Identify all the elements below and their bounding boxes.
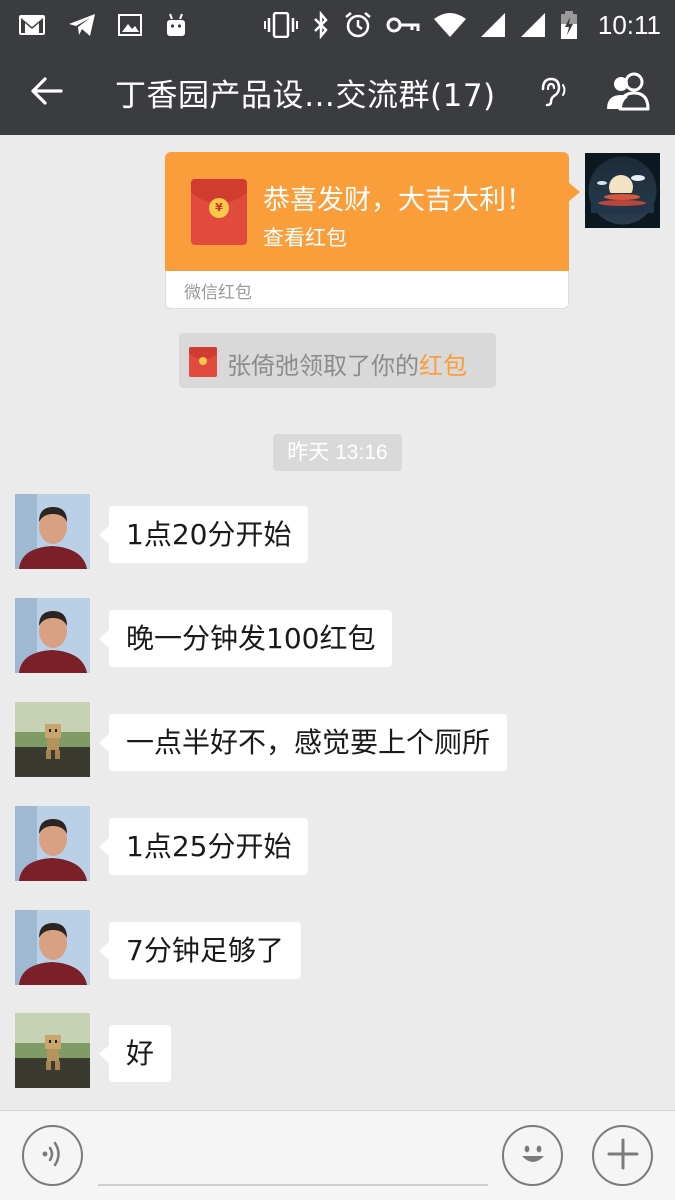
- avatar-toy[interactable]: [15, 1013, 90, 1088]
- vibrate-icon: [263, 12, 298, 38]
- group-members-button[interactable]: [600, 68, 660, 118]
- key-icon: [386, 15, 420, 35]
- message-bubble[interactable]: 晚一分钟发100红包: [98, 610, 393, 667]
- notice-red-packet-link[interactable]: 红包: [419, 352, 467, 380]
- avatar-man[interactable]: [15, 598, 90, 673]
- bluetooth-icon: [312, 11, 330, 39]
- system-notice: 张倚弛领取了你的红包: [179, 333, 496, 388]
- wifi-icon: [433, 12, 466, 38]
- avatar-man[interactable]: [15, 910, 90, 985]
- battery-charging-icon: [560, 10, 578, 40]
- earpiece-button[interactable]: [530, 70, 576, 116]
- message-bubble[interactable]: 好: [98, 1025, 172, 1082]
- red-packet-action: 查看红包: [263, 226, 347, 250]
- avatar-man[interactable]: [15, 806, 90, 881]
- message-bubble[interactable]: 7分钟足够了: [99, 922, 301, 979]
- plus-icon: [605, 1136, 641, 1176]
- red-packet-greeting: 恭喜发财，大吉大利！: [263, 185, 533, 216]
- my-avatar[interactable]: [585, 153, 660, 228]
- avatar-toy[interactable]: [15, 702, 90, 777]
- earpiece-icon: [538, 75, 568, 111]
- red-envelope-icon: ¥: [191, 179, 247, 245]
- input-bar: [0, 1110, 675, 1200]
- voice-button[interactable]: [22, 1125, 83, 1186]
- back-arrow-icon: [29, 76, 63, 110]
- signal-icon: [480, 12, 506, 38]
- gmail-icon: [18, 14, 46, 36]
- clock: 10:11: [597, 9, 661, 40]
- alarm-icon: [344, 11, 372, 39]
- back-button[interactable]: [18, 68, 74, 118]
- emoji-icon: [513, 1134, 553, 1178]
- red-packet-footer: 微信红包: [184, 283, 252, 303]
- telegram-icon: [68, 13, 96, 37]
- avatar-man[interactable]: [15, 494, 90, 569]
- image-icon: [118, 14, 142, 36]
- message-bubble[interactable]: 1点25分开始: [98, 818, 309, 875]
- chat-header: 丁香园产品设…交流群(17): [0, 50, 675, 135]
- voice-icon: [39, 1139, 67, 1173]
- notice-text: 张倚弛领取了你的红包: [227, 346, 467, 381]
- bubble-tail: [568, 182, 580, 202]
- message-bubble[interactable]: 一点半好不，感觉要上个厕所: [98, 714, 508, 771]
- chat-title: 丁香园产品设…交流群(17): [115, 78, 496, 114]
- notice-prefix: 张倚弛领取了你的: [227, 352, 419, 380]
- message-input[interactable]: [98, 1131, 488, 1186]
- android-icon: [164, 13, 188, 37]
- red-packet-footer-bar: 微信红包: [165, 271, 569, 309]
- group-members-icon: [604, 71, 656, 115]
- message-bubble[interactable]: 1点20分开始: [98, 506, 309, 563]
- status-bar: 10:11: [0, 0, 675, 50]
- message-timestamp: 昨天 13:16: [273, 434, 402, 471]
- red-packet-message[interactable]: ¥ 恭喜发财，大吉大利！ 查看红包 微信红包: [165, 152, 569, 309]
- signal-icon: [520, 12, 546, 38]
- red-packet-body: ¥ 恭喜发财，大吉大利！ 查看红包: [165, 152, 569, 271]
- more-button[interactable]: [592, 1125, 653, 1186]
- emoji-button[interactable]: [502, 1125, 563, 1186]
- red-envelope-icon: [189, 347, 217, 377]
